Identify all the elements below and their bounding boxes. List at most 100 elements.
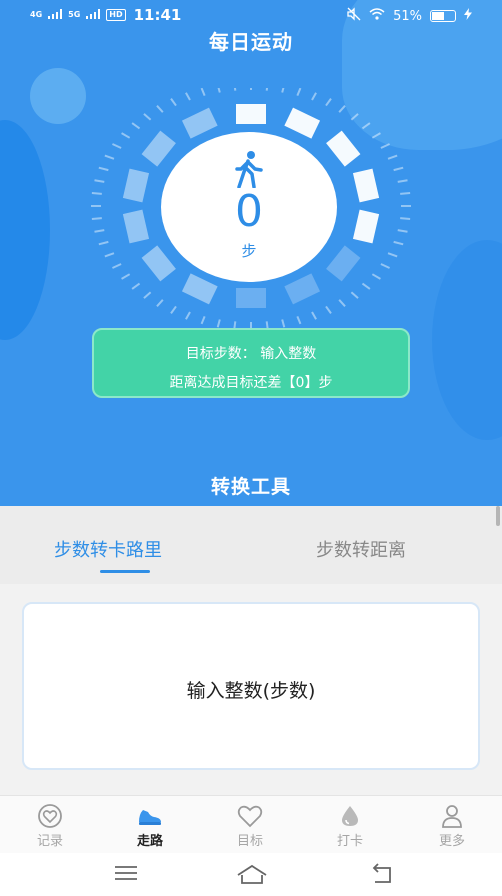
dial-tick bbox=[185, 92, 191, 101]
dial-tick bbox=[143, 291, 152, 299]
system-nav-bar bbox=[0, 853, 502, 896]
dial-tick bbox=[397, 179, 408, 183]
page-title: 每日运动 bbox=[209, 30, 293, 54]
dial-tick bbox=[350, 113, 359, 121]
section-title: 转换工具 bbox=[210, 476, 291, 498]
dial-tick bbox=[98, 240, 109, 246]
dial-tick bbox=[361, 282, 371, 290]
dial-tick bbox=[338, 105, 346, 113]
dial-tick bbox=[216, 84, 221, 93]
dial-tick bbox=[233, 82, 237, 91]
dial-tick bbox=[98, 166, 109, 172]
decor-blob bbox=[432, 240, 502, 440]
nav-item-more[interactable]: 更多 bbox=[422, 804, 482, 849]
dial-tick bbox=[185, 311, 191, 320]
dial-segment bbox=[284, 107, 321, 139]
home-icon[interactable] bbox=[236, 863, 268, 889]
charging-icon bbox=[464, 8, 472, 24]
goal-remaining-text: 距离达成目标还差【0】步 bbox=[169, 375, 333, 391]
dial-tick bbox=[400, 217, 411, 220]
battery-percent: 51% bbox=[393, 8, 422, 24]
step-dial: 0 步 bbox=[81, 82, 421, 330]
step-unit: 步 bbox=[241, 242, 257, 260]
goal-card[interactable]: 目标步数： 输入整数 距离达成目标还差【0】步 bbox=[92, 328, 410, 398]
dial-tick bbox=[311, 92, 317, 101]
tab-steps-to-distance[interactable]: 步数转距离 bbox=[316, 536, 406, 562]
dial-tick bbox=[233, 321, 237, 330]
heart-record-icon bbox=[20, 804, 80, 828]
dial-tick bbox=[371, 273, 381, 280]
signal-bars-icon bbox=[86, 8, 101, 23]
dial-tick bbox=[94, 179, 105, 183]
dial-tick bbox=[94, 229, 105, 233]
dial-tick bbox=[361, 122, 371, 130]
nav-label-checkin: 打卡 bbox=[336, 834, 363, 849]
dial-tick bbox=[325, 305, 332, 314]
dial-tick bbox=[371, 132, 381, 139]
tab-steps-to-calories[interactable]: 步数转卡路里 bbox=[54, 536, 162, 562]
dial-tick bbox=[397, 229, 408, 233]
tab-bar: 步数转卡路里 步数转距离 bbox=[0, 506, 502, 584]
dial-tick bbox=[200, 315, 206, 325]
nav-label-more: 更多 bbox=[438, 834, 465, 849]
scrollbar[interactable] bbox=[496, 506, 500, 526]
dial-tick bbox=[296, 315, 302, 325]
dial-tick bbox=[387, 252, 398, 258]
dial-tick bbox=[380, 263, 390, 269]
steps-input-field[interactable]: 输入整数(步数) bbox=[22, 602, 480, 770]
dial-tick bbox=[112, 143, 122, 149]
dial-tick bbox=[281, 319, 286, 328]
nav-item-walk[interactable]: 走路 bbox=[120, 804, 180, 849]
dial-segment bbox=[181, 273, 218, 305]
back-icon[interactable] bbox=[370, 863, 396, 889]
mute-icon bbox=[347, 7, 361, 25]
dial-tick bbox=[121, 273, 131, 280]
signal-4g-icon: 4G bbox=[30, 10, 43, 19]
dial-tick bbox=[170, 305, 177, 314]
dial-tick bbox=[91, 192, 102, 195]
dial-tick bbox=[350, 291, 359, 299]
dial-tick bbox=[143, 113, 152, 121]
dial-tick bbox=[393, 240, 404, 246]
dial-segment bbox=[122, 168, 150, 203]
dial-tick bbox=[400, 192, 411, 195]
steps-input-placeholder: 输入整数(步数) bbox=[186, 680, 316, 702]
dial-tick bbox=[112, 263, 122, 269]
dial-tick bbox=[311, 311, 317, 320]
signal-bars-icon bbox=[48, 8, 63, 23]
step-count: 0 bbox=[235, 186, 263, 237]
dial-tick bbox=[265, 82, 269, 91]
dial-segment bbox=[352, 168, 380, 203]
dial-tick bbox=[325, 98, 332, 107]
dial-tick bbox=[121, 132, 131, 139]
nav-label-record: 记录 bbox=[36, 834, 63, 849]
shoe-icon bbox=[120, 804, 180, 828]
dial-tick bbox=[200, 87, 206, 97]
tab-indicator bbox=[100, 570, 150, 573]
dial-tick bbox=[281, 84, 286, 93]
dial-tick bbox=[131, 282, 141, 290]
wifi-icon bbox=[369, 8, 385, 24]
dial-segment bbox=[122, 209, 150, 244]
dial-tick bbox=[170, 98, 177, 107]
steps-display: 0 步 bbox=[161, 132, 337, 282]
dial-tick bbox=[393, 166, 404, 172]
dial-segment bbox=[236, 288, 266, 308]
dial-tick bbox=[104, 252, 115, 258]
dial-segment bbox=[236, 104, 266, 124]
nav-item-goal[interactable]: 目标 bbox=[220, 804, 280, 849]
dial-tick bbox=[156, 105, 164, 113]
nav-item-record[interactable]: 记录 bbox=[20, 804, 80, 849]
battery-icon bbox=[430, 10, 456, 22]
dial-tick bbox=[104, 154, 115, 160]
drop-icon bbox=[320, 804, 380, 828]
dial-tick bbox=[387, 154, 398, 160]
dial-segment bbox=[284, 273, 321, 305]
nav-item-checkin[interactable]: 打卡 bbox=[320, 804, 380, 849]
dial-tick bbox=[380, 143, 390, 149]
nav-label-goal: 目标 bbox=[236, 834, 263, 849]
dial-tick bbox=[216, 319, 221, 328]
dial-tick bbox=[91, 217, 102, 220]
menu-icon[interactable] bbox=[114, 863, 138, 887]
decor-blob bbox=[30, 68, 86, 124]
